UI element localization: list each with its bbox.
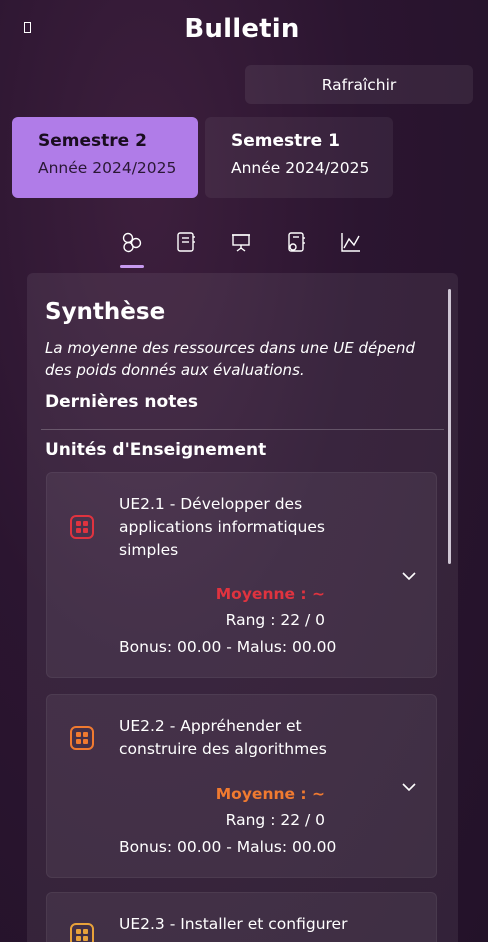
last-grades-heading[interactable]: Dernières notes [45, 392, 198, 412]
tab-presentation[interactable] [219, 228, 263, 270]
semester-1-card[interactable]: Semestre 1 Année 2024/2025 [205, 117, 393, 198]
ue-name: UE2.2 - Appréhender et construire des al… [119, 717, 327, 758]
tab-resources[interactable] [274, 228, 318, 270]
ue-grid-icon [70, 726, 94, 750]
notebook-icon [177, 232, 195, 252]
semester-name: Semestre 1 [231, 131, 340, 151]
section-title: Synthèse [45, 299, 166, 325]
ue-grid-icon [70, 923, 94, 942]
tab-bar [110, 228, 370, 270]
scrollbar[interactable] [448, 289, 451, 564]
chart-icon [341, 233, 360, 252]
ue-average: Moyenne : ~ [215, 585, 325, 603]
refresh-button[interactable]: Rafraîchir [245, 65, 473, 104]
ue-grid-icon [70, 515, 94, 539]
ue-bonus-malus: Bonus: 00.00 - Malus: 00.00 [119, 838, 337, 856]
tab-notebook[interactable] [164, 228, 208, 270]
chevron-down-icon[interactable] [401, 781, 417, 793]
semester-year: Année 2024/2025 [38, 159, 177, 177]
tab-synthese[interactable] [110, 228, 154, 270]
ue-heading: Unités d'Enseignement [45, 440, 267, 460]
resource-icon [288, 232, 305, 252]
chevron-down-icon[interactable] [401, 570, 417, 582]
section-description: La moyenne des ressources dans une UE dé… [45, 339, 416, 379]
synthesis-icon [122, 232, 142, 253]
ue-card[interactable]: UE2.1 - Développer des applications info… [46, 472, 437, 678]
active-tab-indicator [120, 265, 144, 268]
ue-name: UE2.1 - Développer des applications info… [119, 495, 325, 559]
divider [41, 429, 444, 430]
ue-card[interactable]: UE2.3 - Installer et configurer [46, 892, 437, 942]
presentation-icon [232, 234, 250, 252]
semester-year: Année 2024/2025 [231, 159, 370, 177]
page-title: Bulletin [184, 14, 300, 44]
ue-bonus-malus: Bonus: 00.00 - Malus: 00.00 [119, 638, 337, 656]
ue-rank: Rang : 22 / 0 [225, 811, 325, 829]
ue-rank: Rang : 22 / 0 [225, 611, 325, 629]
ue-card[interactable]: UE2.2 - Appréhender et construire des al… [46, 694, 437, 878]
ue-name: UE2.3 - Installer et configurer [119, 915, 348, 933]
synthese-panel: Synthèse La moyenne des ressources dans … [27, 273, 458, 942]
ue-average: Moyenne : ~ [215, 785, 325, 803]
semester-2-card[interactable]: Semestre 2 Année 2024/2025 [12, 117, 198, 198]
semester-name: Semestre 2 [38, 131, 147, 151]
tab-chart[interactable] [329, 228, 373, 270]
